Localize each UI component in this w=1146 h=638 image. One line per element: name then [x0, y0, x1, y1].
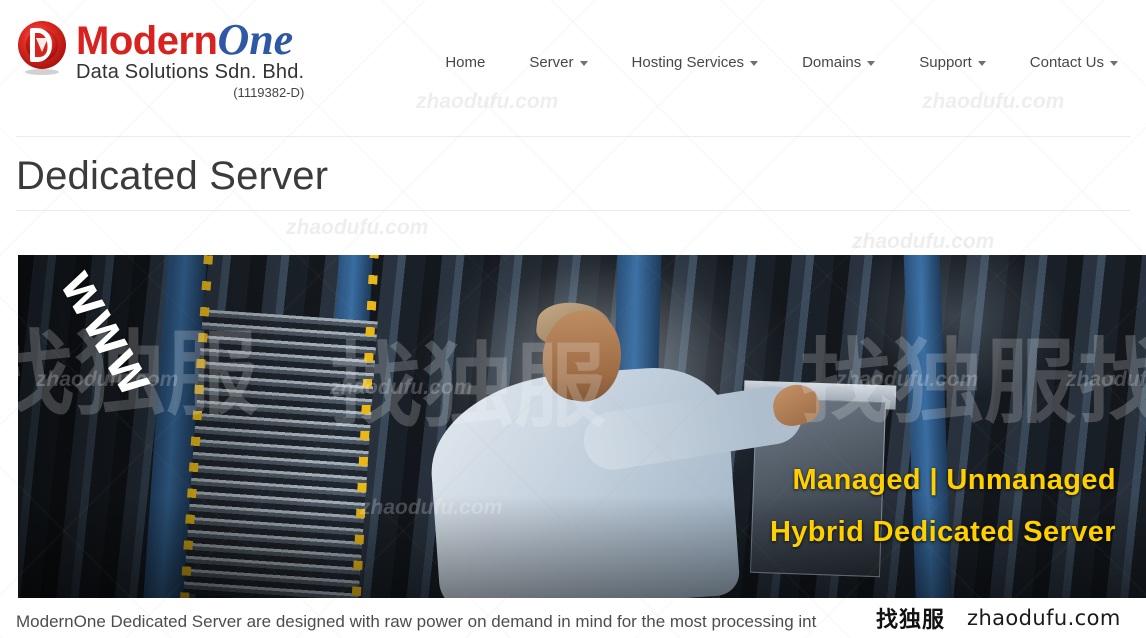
nav-item-contact-us[interactable]: Contact Us [1008, 50, 1140, 75]
site-logo[interactable]: ModernOne Data Solutions Sdn. Bhd. (1119… [12, 14, 304, 100]
main-navigation: Home Server Hosting Services Domains Sup… [423, 50, 1140, 75]
badge-url-label: zhaodufu.com [967, 606, 1121, 630]
logo-registration: (1119382-D) [233, 85, 305, 100]
logo-word-one: One [217, 15, 294, 64]
watermark-url: zhaodufu.com [852, 230, 995, 253]
chevron-down-icon [750, 61, 759, 66]
nav-item-domains[interactable]: Domains [780, 50, 897, 75]
nav-label-contact-us: Contact Us [1029, 54, 1104, 71]
badge-cjk-label: 找独服 [876, 608, 946, 633]
nav-item-hosting-services[interactable]: Hosting Services [610, 50, 781, 75]
logo-wordmark: ModernOne Data Solutions Sdn. Bhd. (1119… [76, 14, 305, 101]
nav-label-home: Home [445, 54, 486, 71]
watermark-url: zhaodufu.com [286, 216, 429, 239]
chevron-down-icon [579, 61, 588, 66]
hero-caption-line-2: Hybrid Dedicated Server [769, 516, 1116, 548]
chevron-down-icon [1110, 61, 1118, 66]
nav-label-support: Support [919, 54, 972, 71]
nav-item-home[interactable]: Home [423, 50, 507, 75]
hero-caption-line-1: Managed | Unmanaged [792, 464, 1116, 496]
nav-label-server: Server [529, 54, 574, 71]
site-header: ModernOne Data Solutions Sdn. Bhd. (1119… [0, 0, 1146, 136]
logo-title: ModernOne [76, 15, 304, 64]
nav-label-hosting-services: Hosting Services [631, 54, 745, 71]
nav-item-server[interactable]: Server [507, 50, 609, 75]
title-divider [16, 210, 1130, 211]
header-divider [16, 136, 1130, 137]
page-root: ModernOne Data Solutions Sdn. Bhd. (1119… [0, 0, 1146, 638]
nav-label-domains: Domains [802, 54, 862, 71]
logo-word-modern: Modern [76, 19, 218, 63]
hero-caption: Managed | Unmanaged Hybrid Dedicated Ser… [770, 454, 1116, 558]
watermark-badge: 找独服 zhaodufu.com [860, 598, 1146, 638]
chevron-down-icon [977, 61, 986, 66]
logo-tagline: Data Solutions Sdn. Bhd. [76, 61, 305, 83]
modernone-logo-icon [12, 18, 72, 78]
page-title: Dedicated Server [16, 154, 329, 198]
chevron-down-icon [867, 61, 876, 66]
nav-item-support[interactable]: Support [897, 50, 1008, 75]
hero-banner: WWW Managed | Unmanaged Hybrid Dedicated… [18, 255, 1146, 598]
